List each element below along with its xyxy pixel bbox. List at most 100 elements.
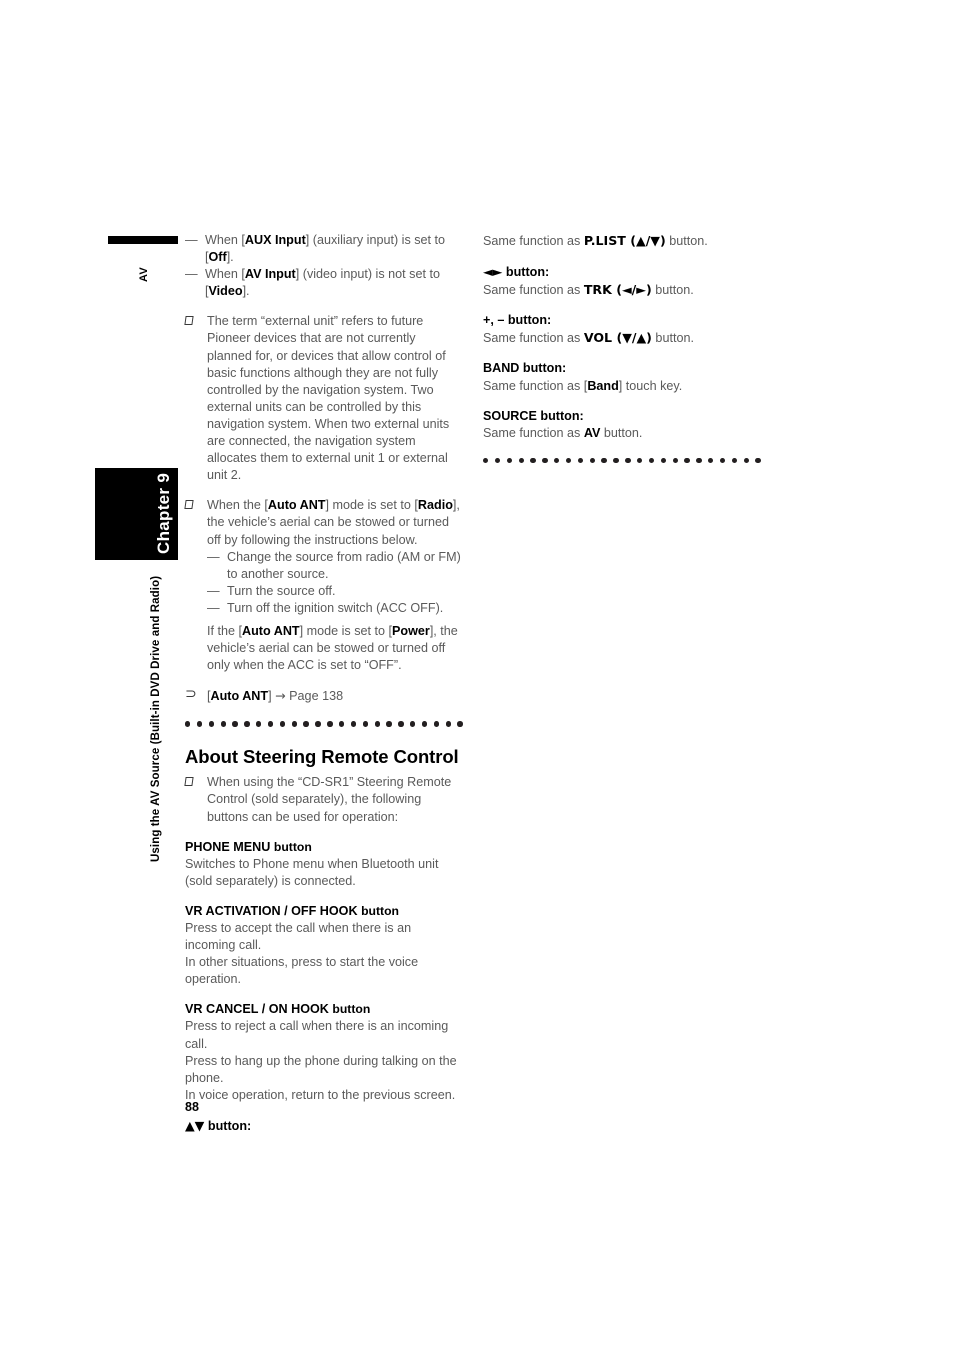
divider-dot bbox=[185, 721, 191, 727]
divider-dot bbox=[374, 721, 380, 727]
list-item: — Change the source from radio (AM or FM)… bbox=[207, 549, 463, 583]
reference-target-name: Auto ANT bbox=[210, 689, 269, 704]
divider-dot bbox=[577, 457, 584, 464]
note-square-icon bbox=[184, 500, 194, 510]
section-divider-right bbox=[483, 457, 761, 464]
list-item-text: ]. bbox=[226, 250, 234, 265]
description-text: Same function as bbox=[483, 283, 584, 298]
note-text: When using the “CD-SR1” Steering Remote … bbox=[207, 775, 452, 824]
button-heading-band: BAND button: bbox=[483, 360, 761, 377]
note-text: ] mode is set to [ bbox=[325, 498, 418, 513]
list-item: — Turn off the ignition switch (ACC OFF). bbox=[207, 600, 463, 617]
divider-dot bbox=[731, 457, 738, 464]
touch-key-name: Band bbox=[587, 378, 619, 393]
button-description: Press to reject a call when there is an … bbox=[185, 1019, 449, 1051]
button-description: In other situations, press to start the … bbox=[185, 955, 419, 987]
note-text: If the [ bbox=[207, 623, 243, 638]
note-text: When the [ bbox=[207, 498, 268, 513]
divider-dot bbox=[398, 721, 404, 727]
reference-arrow-icon: ⊃ bbox=[185, 686, 197, 703]
divider-dot bbox=[530, 457, 536, 464]
divider-dot bbox=[303, 721, 309, 727]
list-item: — When [AV Input] (video input) is not se… bbox=[185, 266, 463, 300]
button-suffix: button: bbox=[507, 313, 552, 328]
button-suffix: button bbox=[273, 839, 312, 854]
list-item: — When [AUX Input] (auxiliary input) is s… bbox=[185, 232, 463, 266]
note-item: The term “external unit” refers to futur… bbox=[184, 313, 463, 484]
list-item-text: ]. bbox=[242, 284, 250, 299]
page-number: 88 bbox=[185, 1100, 199, 1114]
setting-value: Radio bbox=[417, 498, 453, 513]
button-heading-vr-activation: VR ACTIVATION / OFF HOOK button bbox=[185, 903, 463, 920]
divider-dot bbox=[433, 721, 440, 727]
em-dash: — bbox=[185, 267, 198, 282]
divider-dot bbox=[684, 457, 690, 464]
divider-dot bbox=[362, 721, 369, 727]
setting-name: AUX Input bbox=[244, 233, 306, 247]
divider-dot bbox=[386, 721, 392, 727]
divider-dot bbox=[613, 457, 619, 464]
button-name: VR CANCEL / ON HOOK bbox=[185, 1002, 329, 1017]
divider-dot bbox=[291, 721, 297, 727]
divider-dot bbox=[244, 721, 250, 727]
button-suffix: button bbox=[332, 1002, 371, 1017]
description-text: button. bbox=[600, 425, 643, 440]
divider-dot bbox=[755, 457, 761, 464]
left-text-column: — When [AUX Input] (auxiliary input) is s… bbox=[184, 232, 463, 1135]
button-reference: P.LIST (▲/▼) bbox=[583, 233, 666, 248]
divider-dot bbox=[708, 457, 714, 464]
divider-dot bbox=[445, 721, 451, 727]
description-text: ] touch key. bbox=[618, 378, 683, 393]
up-down-arrow-icon: ▲▼ bbox=[185, 1117, 205, 1133]
divider-dot bbox=[589, 457, 595, 464]
button-description: Same function as [Band] touch key. bbox=[483, 378, 761, 395]
setting-value: Power bbox=[392, 623, 430, 638]
button-description: Switches to Phone menu when Bluetooth un… bbox=[185, 856, 439, 888]
em-dash: — bbox=[207, 549, 220, 564]
divider-dot bbox=[350, 721, 357, 727]
divider-dot bbox=[232, 721, 238, 727]
section-title: About Steering Remote Control bbox=[185, 746, 459, 768]
divider-dot bbox=[601, 457, 607, 464]
right-arrow-icon: → bbox=[275, 688, 286, 704]
description-text: Same function as bbox=[483, 234, 584, 248]
description-text: button. bbox=[651, 283, 694, 298]
button-reference: TRK (◄/►) bbox=[583, 282, 652, 298]
divider-dot bbox=[518, 457, 524, 464]
button-name: VR ACTIVATION / OFF HOOK bbox=[185, 903, 358, 918]
list-item-text: When [ bbox=[205, 267, 245, 282]
button-description: In voice operation, return to the previo… bbox=[185, 1087, 456, 1102]
button-reference: VOL (▼/▲) bbox=[583, 330, 652, 346]
divider-dot bbox=[279, 721, 286, 727]
button-description: Press to accept the call when there is a… bbox=[185, 921, 412, 953]
em-dash: — bbox=[185, 233, 198, 247]
divider-dot bbox=[483, 457, 489, 464]
note-item: When using the “CD-SR1” Steering Remote … bbox=[184, 774, 463, 825]
button-suffix: button: bbox=[505, 265, 550, 280]
divider-dot bbox=[327, 721, 333, 727]
setting-value: Video bbox=[208, 284, 243, 299]
divider-dot bbox=[208, 721, 215, 727]
button-description: Same function as AV button. bbox=[483, 425, 761, 442]
button-description: Press to hang up the phone during talkin… bbox=[185, 1053, 457, 1085]
setting-value: Off bbox=[208, 250, 227, 265]
button-suffix: button: bbox=[540, 408, 584, 423]
reference-text: ] bbox=[268, 689, 272, 704]
divider-dot bbox=[506, 457, 513, 464]
divider-dot bbox=[338, 721, 345, 727]
divider-dot bbox=[696, 457, 702, 464]
cross-reference[interactable]: ⊃ [Auto ANT] → Page 138 bbox=[185, 686, 463, 705]
divider-dot bbox=[743, 457, 749, 464]
button-heading-phone-menu: PHONE MENU button bbox=[185, 839, 463, 856]
divider-dot bbox=[267, 721, 274, 727]
av-marker-bar bbox=[108, 236, 178, 244]
